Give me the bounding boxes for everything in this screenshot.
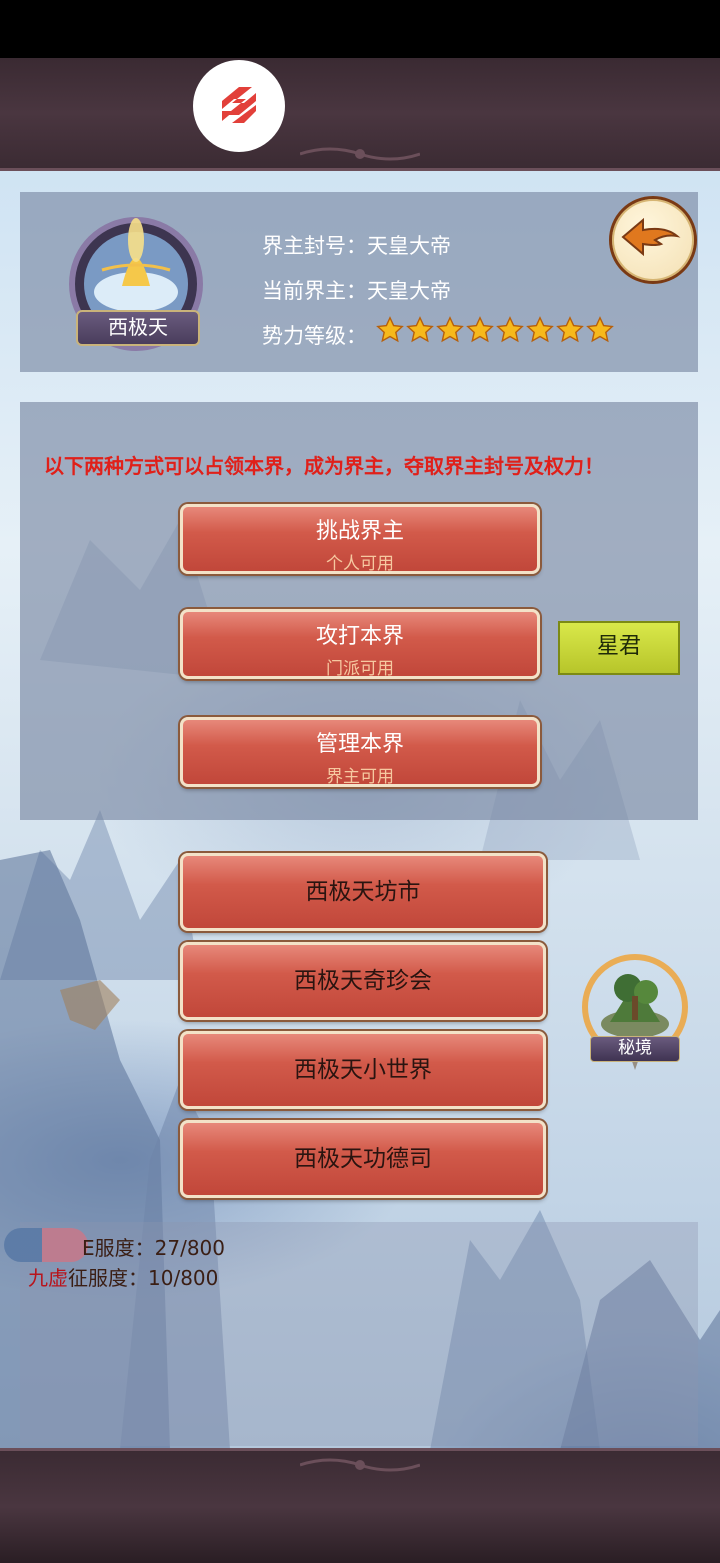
back-button[interactable] bbox=[609, 196, 697, 284]
market-button[interactable]: 西极天坊市 bbox=[180, 853, 546, 931]
challenge-lord-button[interactable]: 挑战界主 个人可用 bbox=[180, 504, 540, 574]
occupation-hint: 以下两种方式可以占领本界，成为界主，夺取界主封号及权力！ bbox=[44, 454, 604, 478]
footer-ornament-icon bbox=[300, 1458, 420, 1472]
back-arrow-icon bbox=[621, 217, 681, 257]
app-logo-icon bbox=[222, 87, 256, 123]
lord-title-value: 天皇大帝 bbox=[367, 234, 451, 258]
manage-realm-button[interactable]: 管理本界 界主可用 bbox=[180, 717, 540, 787]
conquest-prefix-2: 九虚 bbox=[28, 1266, 68, 1290]
challenge-lord-label: 挑战界主 bbox=[315, 519, 404, 544]
conquest-value-1: 27/800 bbox=[154, 1236, 226, 1260]
merit-office-label: 西极天功德司 bbox=[294, 1146, 432, 1172]
realm-name-badge: 西极天 bbox=[76, 310, 200, 346]
manage-realm-label: 管理本界 bbox=[315, 732, 404, 757]
secret-realm-icon[interactable] bbox=[580, 952, 690, 1082]
current-lord-row: 当前界主：天皇大帝 bbox=[262, 275, 451, 305]
star-icon bbox=[436, 316, 464, 343]
conquest-row-1: E服度：27/800 bbox=[82, 1232, 225, 1261]
footer-band bbox=[0, 1448, 720, 1563]
attack-realm-sub: 门派可用 bbox=[326, 659, 394, 679]
current-lord-value: 天皇大帝 bbox=[367, 279, 451, 303]
star-icon bbox=[556, 316, 584, 343]
lord-title-label: 界主封号： bbox=[262, 234, 367, 258]
conquest-label-2: 征服度： bbox=[68, 1266, 148, 1290]
star-icon bbox=[496, 316, 524, 343]
system-status-bar bbox=[0, 0, 720, 58]
header-band bbox=[0, 58, 720, 171]
current-lord-label: 当前界主： bbox=[262, 279, 367, 303]
conquest-value-2: 10/800 bbox=[148, 1266, 219, 1290]
star-icon bbox=[526, 316, 554, 343]
star-icon bbox=[376, 316, 404, 343]
merit-office-button[interactable]: 西极天功德司 bbox=[180, 1120, 546, 1198]
small-world-label: 西极天小世界 bbox=[294, 1057, 432, 1083]
star-icon bbox=[406, 316, 434, 343]
app-logo[interactable] bbox=[193, 60, 285, 152]
rank-badge-button[interactable]: 星君 bbox=[558, 621, 680, 675]
challenge-lord-sub: 个人可用 bbox=[326, 554, 394, 574]
manage-realm-sub: 界主可用 bbox=[326, 767, 394, 787]
attack-realm-label: 攻打本界 bbox=[315, 624, 404, 649]
treasure-auction-button[interactable]: 西极天奇珍会 bbox=[180, 942, 546, 1020]
power-level-label: 势力等级： bbox=[262, 324, 367, 348]
power-level-stars bbox=[376, 316, 614, 344]
treasure-auction-label: 西极天奇珍会 bbox=[294, 968, 432, 994]
star-icon bbox=[466, 316, 494, 343]
secret-realm-label[interactable]: 秘境 bbox=[590, 1036, 680, 1062]
header-ornament-icon bbox=[300, 147, 420, 161]
collapse-chip[interactable] bbox=[4, 1228, 88, 1262]
star-icon bbox=[586, 316, 614, 343]
conquest-row-2: 九虚征服度：10/800 bbox=[28, 1262, 218, 1291]
lord-title-row: 界主封号：天皇大帝 bbox=[262, 230, 451, 260]
attack-realm-button[interactable]: 攻打本界 门派可用 bbox=[180, 609, 540, 679]
conquest-label-1: E服度： bbox=[82, 1236, 155, 1260]
small-world-button[interactable]: 西极天小世界 bbox=[180, 1031, 546, 1109]
market-label: 西极天坊市 bbox=[305, 879, 421, 905]
